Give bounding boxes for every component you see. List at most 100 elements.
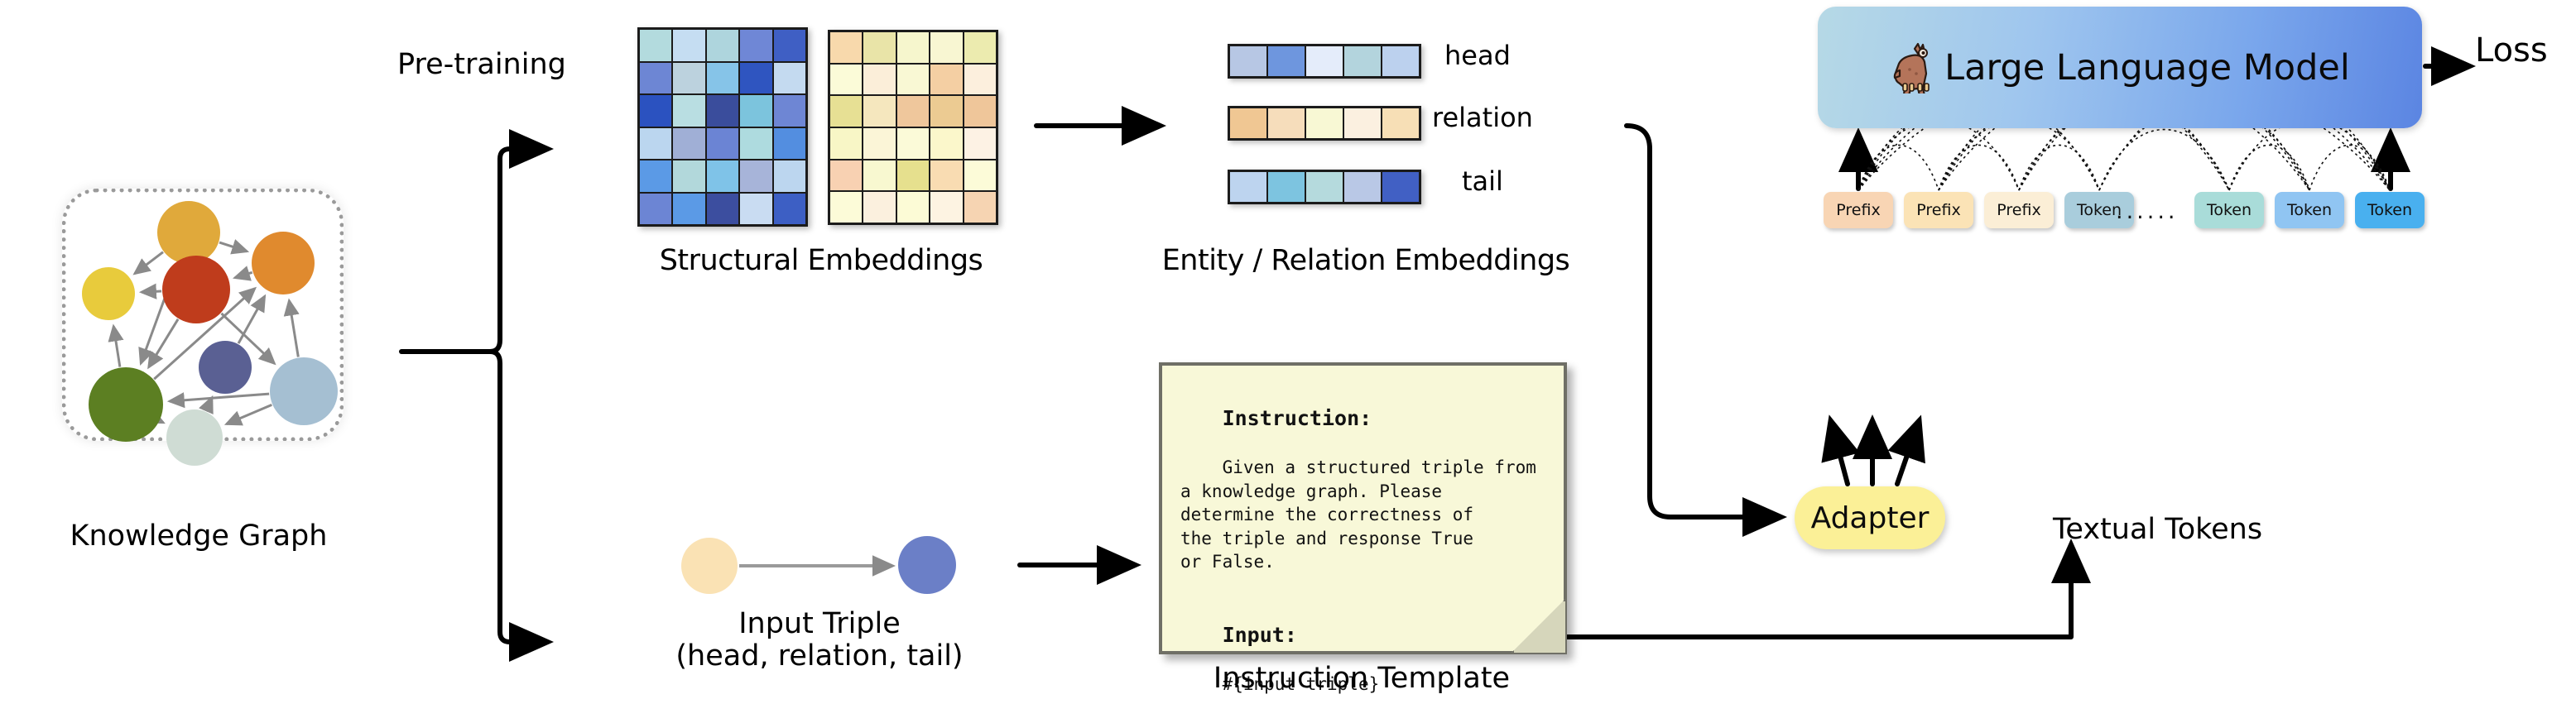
instruction-template-label: Instruction Template (1213, 662, 1511, 695)
matrix-cell (930, 192, 963, 223)
attention-arc (2228, 144, 2310, 191)
llama-icon (1890, 42, 1936, 96)
matrix-cell (773, 127, 805, 159)
input-triple-label-line2: (head, relation, tail) (675, 639, 964, 673)
matrix-cell (773, 160, 805, 192)
token-ellipsis: ...... (2116, 199, 2179, 224)
kg-edge (166, 392, 270, 409)
matrix-cell (740, 30, 772, 61)
matrix-cell (896, 128, 930, 159)
matrix-cell (706, 95, 739, 127)
matrix-cell (706, 193, 739, 224)
tail-label: tail (1462, 165, 1503, 197)
kg-edge (223, 404, 272, 426)
embedding-cell (1230, 46, 1266, 76)
kg-node (82, 267, 135, 320)
relation-label: relation (1432, 102, 1533, 133)
relation-embedding-vector (1228, 106, 1421, 141)
kg-node (252, 232, 315, 294)
head-embedding-vector (1228, 44, 1421, 79)
matrix-cell (673, 127, 705, 159)
matrix-cell (930, 160, 963, 191)
matrix-cell (773, 62, 805, 93)
structural-embeddings-label: Structural Embeddings (659, 244, 983, 277)
input-triple-label-line1: Input Triple (738, 607, 901, 640)
matrix-cell (640, 160, 672, 192)
prefix-token: Prefix (1984, 192, 2054, 228)
prefix-token: Prefix (1904, 192, 1973, 228)
embedding-cell (1306, 46, 1343, 76)
kg-node (157, 201, 220, 264)
embedding-cell (1230, 108, 1266, 138)
matrix-cell (930, 64, 963, 95)
matrix-cell (863, 160, 896, 191)
text-token: Token (2194, 192, 2264, 228)
input-heading: Input: (1222, 622, 1297, 647)
matrix-cell (706, 127, 739, 159)
kg-edge (132, 251, 164, 275)
structural-embedding-matrix-blue (637, 27, 808, 227)
instruction-body: Given a structured triple from a knowled… (1180, 457, 1536, 572)
matrix-cell (830, 128, 863, 159)
matrix-cell (673, 95, 705, 127)
matrix-cell (896, 32, 930, 63)
matrix-cell (964, 160, 996, 191)
kg-node (270, 357, 338, 425)
adapter-label: Adapter (1810, 500, 1930, 535)
kg-edge (283, 298, 300, 357)
matrix-cell (740, 193, 772, 224)
matrix-cell (830, 192, 863, 223)
attention-arc (2018, 144, 2100, 191)
matrix-cell (640, 193, 672, 224)
kg-edge (138, 283, 162, 299)
embedding-cell (1344, 108, 1381, 138)
embedding-cell (1382, 108, 1419, 138)
matrix-cell (773, 95, 805, 127)
embedding-cell (1344, 46, 1381, 76)
embedding-cell (1268, 46, 1305, 76)
matrix-cell (640, 127, 672, 159)
tail-embedding-vector (1228, 170, 1421, 204)
attention-arc (1938, 119, 2100, 191)
kg-edge (108, 323, 124, 367)
loss-label: Loss (2475, 31, 2548, 69)
kg-node (199, 341, 252, 394)
matrix-cell (964, 128, 996, 159)
matrix-cell (640, 30, 672, 61)
matrix-cell (640, 95, 672, 127)
kg-edge (233, 266, 253, 281)
adapter-block: Adapter (1795, 486, 1945, 549)
instruction-template-note: Instruction: Given a structured triple f… (1159, 362, 1567, 694)
text-token: Token (2275, 192, 2344, 228)
attention-arc (1938, 144, 2020, 191)
matrix-cell (964, 192, 996, 223)
embedding-cell (1344, 172, 1381, 202)
kg-node (166, 409, 223, 466)
kg-edge (237, 294, 267, 344)
knowledge-graph-label: Knowledge Graph (70, 520, 328, 553)
input-triple-label: Input Triple (head, relation, tail) (637, 607, 1002, 673)
embedding-cell (1230, 172, 1266, 202)
matrix-cell (896, 96, 930, 127)
kg-edge (219, 239, 250, 255)
head-label: head (1444, 40, 1511, 71)
matrix-cell (830, 64, 863, 95)
embedding-cell (1268, 172, 1305, 202)
knowledge-graph-container (62, 189, 344, 466)
kg-node (89, 367, 163, 442)
matrix-cell (863, 32, 896, 63)
matrix-cell (740, 62, 772, 93)
matrix-cell (896, 64, 930, 95)
matrix-cell (964, 96, 996, 127)
attention-arc (2098, 128, 2230, 191)
textual-tokens-label: Textual Tokens (2053, 513, 2263, 546)
matrix-cell (673, 160, 705, 192)
matrix-cell (673, 193, 705, 224)
matrix-cell (740, 160, 772, 192)
matrix-cell (863, 192, 896, 223)
entity-relation-embeddings-label: Entity / Relation Embeddings (1161, 244, 1570, 277)
matrix-cell (673, 30, 705, 61)
matrix-cell (706, 30, 739, 61)
matrix-cell (830, 160, 863, 191)
embedding-cell (1306, 108, 1343, 138)
